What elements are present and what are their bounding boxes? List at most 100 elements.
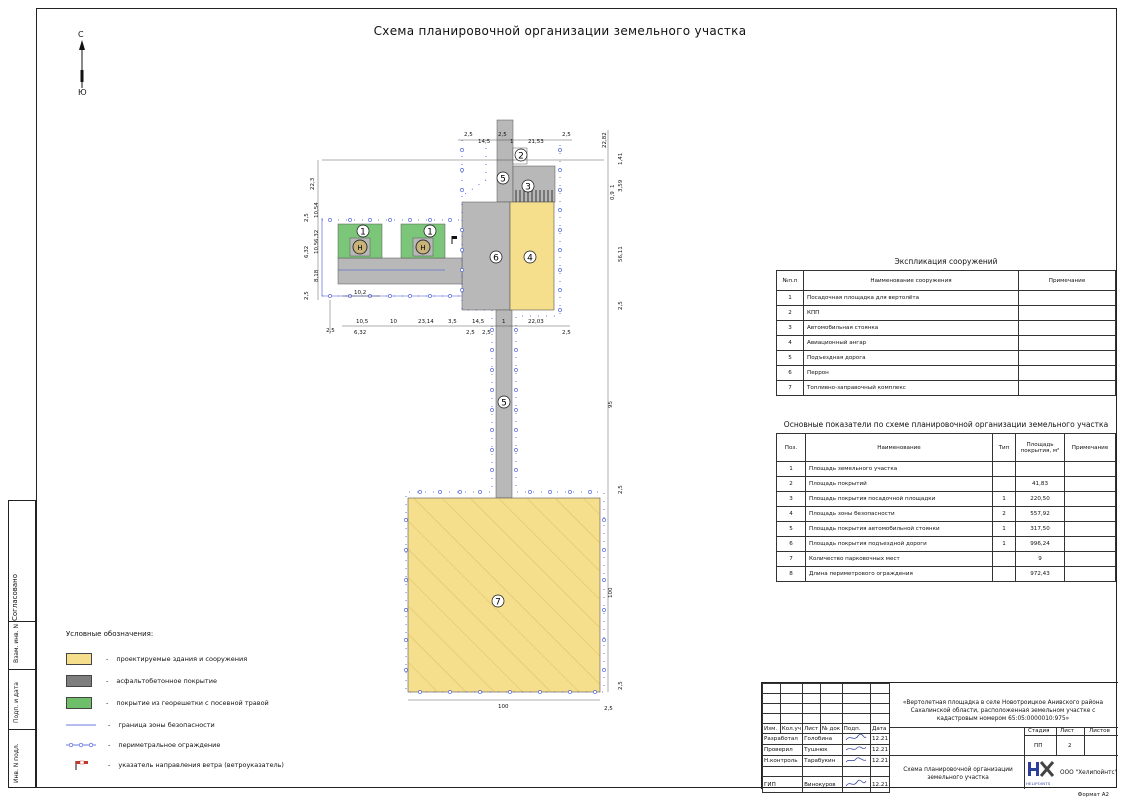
sheet-format: Формат А2	[1077, 792, 1109, 798]
boundary-line-icon	[66, 724, 96, 726]
table-row: Н.контроль Тарабукин 12.21	[761, 755, 891, 767]
indicators-title: Основные показатели по схеме планировочн…	[783, 420, 1109, 429]
dimension-label: 3,5	[448, 319, 457, 325]
sheet-title: Схема планировочной организации земельно…	[903, 767, 1013, 781]
legend-item: - периметральное ограждение	[66, 738, 220, 752]
table-row: 7 Количество парковочных мест 9	[776, 551, 1116, 567]
title-block: Изм. Кол.уч Лист № док Подп. Дата Разработал…	[761, 682, 1118, 793]
dimension-label: 2,5	[466, 330, 475, 336]
table-row: 1 Площадь земельного участка	[776, 461, 1116, 477]
table-row: 5 Подъездная дорога	[776, 350, 1116, 366]
legend-item: - проектируемые здания и сооружения	[66, 652, 247, 666]
table-row: 3 Автомобильная стоянка	[776, 320, 1116, 336]
table-header: №п.п Наименование сооружения Примечание	[776, 270, 1116, 291]
revision-table: Изм. Кол.уч Лист № док Подп. Дата Разработал…	[761, 683, 891, 793]
dimension-label: 2,5	[604, 706, 613, 712]
dimension-label: 21,53	[528, 139, 544, 145]
sheet-header: Лист	[1060, 728, 1075, 734]
header-cell: Наименование сооружения	[803, 270, 1019, 291]
windsock-icon	[451, 236, 457, 244]
dimension-label: 1	[510, 139, 514, 145]
dimension-label: 1	[502, 319, 506, 325]
dimension-label: 6,32	[314, 230, 320, 242]
dimension-label: 2,5	[304, 291, 310, 300]
dimension-label: 2,5	[562, 132, 571, 138]
dimension-label: 2,5	[304, 213, 310, 222]
dimension-label: 2,5	[618, 301, 624, 310]
table-row: Проверил Тушнюк 12.21	[761, 744, 891, 756]
marker-label: 3	[525, 183, 531, 193]
table-row: 2 КПП	[776, 305, 1116, 321]
table-row: 8 Длина периметрового ограждения 972,43	[776, 566, 1116, 582]
marker-label: 5	[501, 399, 507, 409]
sheet-value: 2	[1068, 743, 1072, 749]
table-row: 2 Площадь покрытий 41,83	[776, 476, 1116, 492]
table-row: Разработал Голобина 12.21	[761, 733, 891, 745]
marker-label: 1	[360, 228, 366, 238]
legend-title: Условные обозначения:	[66, 630, 154, 638]
dimension-label: 14,5	[478, 139, 491, 145]
table-row: 4 Площадь зоны безопасности 2 557,92	[776, 506, 1116, 522]
dimension-label: 2,5	[618, 681, 624, 690]
header-cell: №п.п	[776, 270, 804, 291]
dimension-label: 22,3	[310, 177, 316, 190]
marker-label: 7	[495, 598, 501, 608]
side-stamp-label: Инв. N подл.	[13, 743, 20, 783]
dimension-label: 22,03	[528, 319, 544, 325]
dimension-label: 2,5	[464, 132, 473, 138]
dimension-label: 10,5	[356, 319, 369, 325]
dimension-label: 2,5	[562, 330, 571, 336]
side-stamp-label: Взам. инв. N	[13, 624, 20, 663]
dimension-label: 56,11	[618, 246, 624, 262]
dimension-label: 22,82	[602, 132, 608, 148]
table-row: 7 Топливно-заправочный комплекс	[776, 380, 1116, 396]
dimension-label: 2,5	[326, 328, 335, 334]
signature	[841, 744, 871, 756]
dimension-label: 95	[608, 401, 614, 408]
dimension-label: 2,5	[482, 330, 491, 336]
dimension-label: 10,2	[354, 290, 366, 296]
dimension-label: 10,5	[314, 241, 320, 254]
legend-item: - покрытие из георешетки с посевной траво…	[66, 696, 269, 710]
side-stamp: Согласовано Взам. инв. N Подп. и дата Ин…	[8, 500, 36, 788]
header-cell: Примечание	[1018, 270, 1116, 291]
dimension-label: 1,41	[618, 153, 624, 165]
project-name: «Вертолетная площадка в селе Новотроицко…	[902, 700, 1104, 722]
side-stamp-label: Подп. и дата	[13, 682, 20, 723]
table-header: Изм. Кол.уч Лист № док Подп. Дата	[762, 723, 891, 734]
helipad-letter: H	[420, 244, 425, 252]
dimension-label: 100	[498, 704, 509, 710]
signature	[841, 776, 871, 793]
signature	[841, 733, 871, 745]
dimension-label: 8,18	[314, 269, 320, 282]
company-name: ООО "Хелипойнтс"	[1060, 770, 1118, 776]
helipad-letter: H	[357, 244, 362, 252]
legend-item: - граница зоны безопасности	[66, 718, 215, 732]
table-row: 1 Посадочная площадка для вертолёта	[776, 290, 1116, 306]
windsock-icon	[75, 760, 88, 770]
table-row: 5 Площадь покрытия автомобильной стоянки 1…	[776, 521, 1116, 537]
table-row: 6 Перрон	[776, 365, 1116, 381]
marker-label: 1	[427, 228, 433, 238]
marker-label: 4	[527, 254, 533, 264]
apron	[461, 201, 511, 311]
stage-header: Стадия	[1028, 728, 1050, 734]
dimension-label: 14,5	[472, 319, 485, 325]
dimension-label: 10,54	[314, 202, 320, 218]
dimension-label: 6,32	[304, 246, 310, 258]
table-header: Поз. Наименование Тип Площадь покрытия, …	[776, 433, 1116, 462]
marker-label: 6	[493, 254, 499, 264]
helipoints-logo-icon	[1028, 761, 1055, 777]
logo-text: HELIPOINTS	[1026, 781, 1051, 786]
dimension-label: 23,14	[418, 319, 434, 325]
dimension-label: 1	[610, 185, 616, 189]
explication-table: №п.п Наименование сооружения Примечание …	[776, 270, 1116, 396]
dimension-label: 0,9	[610, 191, 616, 200]
sheets-header: Листов	[1089, 728, 1110, 734]
marker-label: 2	[518, 152, 524, 162]
dimension-label: 100	[608, 587, 614, 598]
legend-item: - асфальтобетонное покрытие	[66, 674, 217, 688]
dimension-label: 3,59	[618, 179, 624, 192]
dimension-label: 6,32	[354, 330, 366, 336]
legend-item: - указатель направления ветра (ветроуказа…	[66, 758, 284, 772]
